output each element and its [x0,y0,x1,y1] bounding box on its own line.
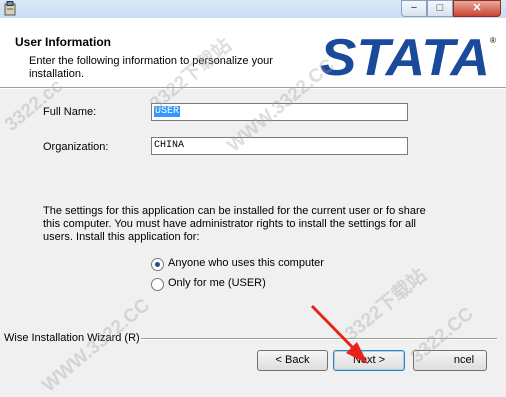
install-scope-info: The settings for this application can be… [43,205,426,243]
header-panel: User Information Enter the following inf… [0,18,506,88]
page-title: User Information [15,35,112,49]
footer-separator [141,338,497,340]
organization-label: Organization: [43,141,109,153]
option-only-me-label: Only for me (USER) [168,277,266,289]
option-anyone-label: Anyone who uses this computer [168,257,324,269]
cancel-button[interactable]: ncel [413,350,487,371]
installer-app-icon [4,1,16,16]
watermark-text: WWW.3322.CC [38,294,154,397]
wizard-brand-label: Wise Installation Wizard (R) [4,332,140,344]
close-button[interactable]: ✕ [453,0,501,17]
maximize-button[interactable]: □ [427,0,453,17]
minimize-button[interactable]: − [401,0,427,17]
full-name-label: Full Name: [43,106,97,118]
radio-only-me[interactable] [151,278,164,291]
radio-selected-dot [155,262,160,267]
full-name-field[interactable]: USER [151,103,408,121]
page-description: Enter the following information to perso… [29,55,273,80]
svg-text:STATA: STATA [320,31,490,79]
watermark-text: 3322下载站 [341,265,431,345]
next-button[interactable]: Next > [333,350,405,371]
header-divider [0,88,506,89]
full-name-value: USER [154,106,181,117]
radio-anyone[interactable] [151,258,164,271]
svg-text:®: ® [490,36,496,45]
stata-logo: STATA ® [320,31,496,79]
title-bar: − □ ✕ [0,0,506,19]
organization-field[interactable]: CHINA [151,137,408,155]
back-button[interactable]: < Back [257,350,328,371]
